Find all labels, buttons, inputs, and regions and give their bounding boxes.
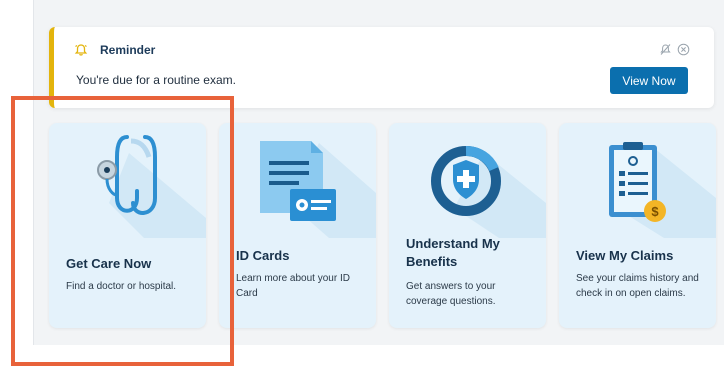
card-view-my-claims[interactable]: $ View My Claims See your claims history…	[559, 123, 716, 328]
reminder-banner: Reminder You're due for a routine exam. …	[49, 27, 714, 108]
card-title: View My Claims	[576, 248, 674, 263]
card-understand-my-benefits[interactable]: Understand My Benefits Get answers to yo…	[389, 123, 546, 328]
card-title: ID Cards	[236, 248, 290, 263]
snooze-icon[interactable]	[659, 43, 672, 61]
svg-text:$: $	[651, 204, 659, 219]
view-now-button[interactable]: View Now	[610, 67, 688, 94]
card-get-care-now[interactable]: Get Care Now Find a doctor or hospital.	[49, 123, 206, 328]
card-title: Get Care Now	[66, 256, 152, 271]
card-description: See your claims history and check in on …	[576, 273, 699, 299]
reminder-title: Reminder	[100, 43, 156, 57]
claims-clipboard-icon: $	[609, 142, 716, 238]
bell-icon	[74, 43, 88, 62]
card-description: Find a doctor or hospital.	[66, 281, 177, 292]
benefits-shield-icon	[431, 146, 546, 238]
stethoscope-icon	[97, 135, 206, 238]
close-icon[interactable]	[677, 43, 690, 61]
card-description: Learn more about your ID Card	[236, 273, 350, 299]
card-id-cards[interactable]: ID Cards Learn more about your ID Card	[219, 123, 376, 328]
id-card-icon	[260, 141, 376, 238]
card-title: Understand My Benefits	[406, 236, 500, 269]
card-description: Get answers to your coverage questions.	[406, 281, 496, 307]
reminder-message: You're due for a routine exam.	[76, 73, 236, 87]
